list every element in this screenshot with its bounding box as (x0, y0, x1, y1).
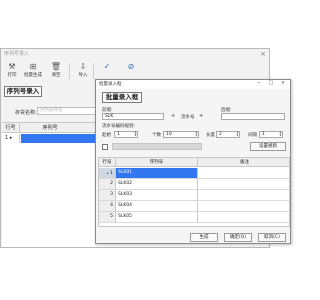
import-icon: ⇩ (79, 62, 87, 71)
print-button[interactable]: ⚒ 打印 (2, 61, 22, 79)
table-row[interactable]: 5 SLK05 (99, 212, 289, 223)
toolbar-separator (93, 63, 94, 79)
step-stepper[interactable]: 1 ▲ ▼ (259, 131, 283, 138)
cancel-button[interactable]: 取消(C) (258, 233, 286, 242)
count-stepper[interactable]: 10 ▲ ▼ (163, 131, 199, 138)
set-rule-button[interactable]: 设置规则 (250, 142, 286, 151)
row-number-text: 1 (110, 171, 113, 176)
serial-cell[interactable]: SLK04 (116, 201, 198, 211)
stepper-arrows-icon[interactable]: ▲ ▼ (195, 131, 198, 137)
serial-cell[interactable]: SLK02 (116, 179, 198, 189)
column-header-serial: 序列号 (116, 158, 198, 167)
note-cell[interactable] (198, 212, 289, 222)
suffix-input[interactable] (221, 113, 285, 120)
template-input[interactable]: 序列号存货 (37, 107, 101, 115)
batch-entry-dialog: 批量录入框 − □ × 批量录入框 前缀: SLK + 流水号 + 后缀: 流水… (95, 79, 291, 244)
dialog-grid-header: 行号 序列号 备注 (99, 158, 289, 167)
stepper-arrows-icon[interactable]: ▲ ▼ (279, 131, 282, 137)
row-number: 2 (99, 179, 116, 189)
window-title: 序列号录入 (4, 51, 30, 57)
stepper-arrows-icon[interactable]: ▲ ▼ (134, 131, 137, 137)
length-label: 长度 (206, 133, 215, 138)
clear-label: 清空 (51, 73, 61, 78)
row-number: 5 (99, 212, 116, 222)
close-icon[interactable]: × (260, 50, 266, 58)
confirm-button[interactable]: ✓ (97, 61, 117, 73)
table-row[interactable]: 3 SLK03 (99, 190, 289, 201)
note-cell[interactable] (198, 201, 289, 211)
row-number-text: 1 (5, 135, 9, 141)
toolbar-separator (69, 63, 70, 79)
row-number: 1 ▸ (2, 134, 20, 143)
length-stepper[interactable]: 2 ▲ ▼ (216, 131, 240, 138)
start-stepper[interactable]: 1 ▲ ▼ (114, 131, 138, 138)
serial-rule-label: 流水号编码规则: (102, 124, 136, 129)
start-value: 1 (117, 132, 120, 137)
dialog-header: 批量录入框 (102, 92, 142, 103)
ok-button[interactable]: 确定(O) (224, 233, 252, 242)
step-label: 间隔 (248, 133, 257, 138)
note-cell[interactable] (198, 190, 289, 200)
note-cell[interactable] (198, 179, 289, 189)
batch-icon: ⊞ (29, 62, 37, 71)
count-label: 个数 (152, 133, 161, 138)
length-value: 2 (219, 132, 222, 137)
batch-generate-label: 批量生成 (24, 73, 42, 78)
serial-cell[interactable]: SLK03 (116, 190, 198, 200)
table-row[interactable]: 4 SLK04 (99, 201, 289, 212)
column-header-note: 备注 (240, 160, 249, 165)
table-row[interactable]: 2 SLK02 (99, 179, 289, 190)
dialog-serial-grid: 行号 序列号 备注 ▸ 1 SLK01 2 SLK02 3 SLK03 4 SL… (98, 157, 290, 227)
batch-generate-button[interactable]: ⊞ 批量生成 (23, 61, 43, 79)
start-label: 起始 (102, 133, 111, 138)
column-header-rowno: 行号 (99, 158, 116, 167)
note-cell[interactable] (198, 168, 289, 178)
plus-sign: + (199, 113, 204, 119)
rule-checkbox[interactable] (102, 144, 108, 150)
step-value: 1 (262, 132, 265, 137)
import-button[interactable]: ⇩ 导入 (73, 61, 93, 79)
check-icon: ✓ (103, 62, 111, 71)
row-number: 4 (99, 201, 116, 211)
serial-cell[interactable]: SLK05 (116, 212, 198, 222)
generate-button[interactable]: 生成 (190, 233, 218, 242)
window-controls[interactable]: − □ × (257, 80, 288, 86)
cancel-toolbar-button[interactable]: ⊘ (121, 61, 141, 73)
cancel-icon: ⊘ (127, 62, 135, 71)
template-label: 存货名称: (15, 110, 37, 116)
column-header-rowno: 行号 (2, 123, 20, 133)
plus-sign: + (171, 113, 176, 119)
prefix-input[interactable]: SLK (102, 113, 164, 120)
count-value: 10 (166, 132, 172, 137)
print-label: 打印 (7, 73, 17, 78)
trash-icon: 🗑 (50, 62, 62, 71)
table-row[interactable]: ▸ 1 SLK01 (99, 168, 289, 179)
clear-button[interactable]: 🗑 清空 (46, 61, 66, 79)
rule-field (112, 143, 202, 150)
row-number: 3 (99, 190, 116, 200)
import-label: 导入 (78, 73, 88, 78)
section-title: 序列号录入 (4, 86, 42, 97)
row-number: ▸ 1 (99, 168, 116, 178)
column-header-serial: 序列号 (42, 125, 58, 131)
serial-label: 流水号 (181, 115, 195, 120)
serial-cell[interactable]: SLK01 (116, 168, 198, 178)
tools-icon: ⚒ (8, 62, 16, 71)
stepper-arrows-icon[interactable]: ▲ ▼ (236, 131, 239, 137)
